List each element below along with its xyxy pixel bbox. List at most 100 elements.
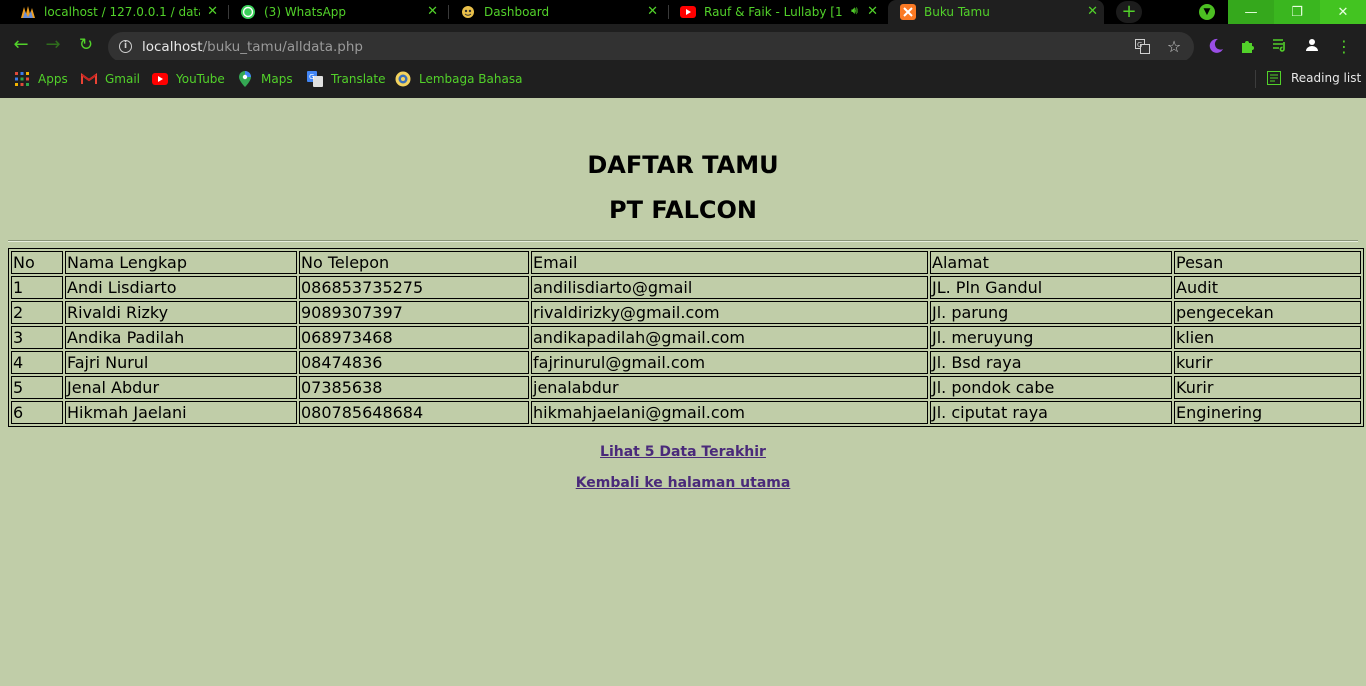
- bookmark-lembaga-bahasa[interactable]: Lembaga Bahasa: [395, 71, 522, 87]
- table-row: 2 Rivaldi Rizky 9089307397 rivaldirizky@…: [11, 301, 1361, 324]
- table-cell: Jl. meruyung: [930, 326, 1172, 349]
- table-cell: kurir: [1174, 351, 1361, 374]
- table-header-row: No Nama Lengkap No Telepon Email Alamat …: [11, 251, 1361, 274]
- reading-list-label: Reading list: [1291, 71, 1362, 85]
- speaker-icon[interactable]: 🔊︎: [851, 4, 858, 18]
- table-cell: Jl. pondok cabe: [930, 376, 1172, 399]
- reading-list-button[interactable]: Reading list: [1267, 71, 1361, 85]
- bookmarks-divider: [1255, 70, 1256, 88]
- page-title: DAFTAR TAMU: [587, 151, 779, 179]
- tab-search-icon[interactable]: ▼: [1199, 4, 1215, 20]
- table-cell: Jenal Abdur: [65, 376, 297, 399]
- tab-divider: [668, 5, 669, 19]
- new-tab-button[interactable]: +: [1116, 1, 1142, 23]
- dashboard-icon: [460, 4, 476, 20]
- link-row-home: Kembali ke halaman utama: [0, 472, 1366, 491]
- column-header: Pesan: [1174, 251, 1361, 274]
- table-row: 3 Andika Padilah 068973468 andikapadilah…: [11, 326, 1361, 349]
- xampp-icon: [900, 4, 916, 20]
- table-cell: Audit: [1174, 276, 1361, 299]
- profile-avatar-icon[interactable]: [1303, 38, 1321, 56]
- bookmark-star-icon[interactable]: ☆: [1166, 39, 1182, 55]
- close-icon[interactable]: ✕: [647, 4, 658, 19]
- bookmark-label: Maps: [261, 72, 293, 86]
- bookmark-youtube[interactable]: YouTube: [152, 71, 225, 87]
- youtube-icon: [680, 4, 696, 20]
- tab-title: Rauf & Faik - Lullaby [1 Hour]: [704, 5, 842, 19]
- link-row-last5: Lihat 5 Data Terakhir: [0, 441, 1366, 460]
- site-info-icon[interactable]: i: [119, 40, 132, 53]
- table-cell: andilisdiarto@gmail: [531, 276, 928, 299]
- page-content: DAFTAR TAMU PT FALCON No Nama Lengkap No…: [0, 98, 1366, 686]
- address-bar[interactable]: i localhost/buku_tamu/alldata.php G ☆: [108, 32, 1194, 62]
- table-cell: pengecekan: [1174, 301, 1361, 324]
- tab-whatsapp[interactable]: (3) WhatsApp ✕: [232, 0, 444, 24]
- column-header: Alamat: [930, 251, 1172, 274]
- close-icon[interactable]: ✕: [207, 4, 218, 19]
- forward-arrow-icon[interactable]: →: [44, 36, 62, 55]
- bookmark-apps[interactable]: Apps: [14, 71, 68, 87]
- maps-icon: [237, 71, 253, 87]
- table-cell: 1: [11, 276, 63, 299]
- menu-kebab-icon[interactable]: ⋮: [1335, 38, 1353, 56]
- restore-button[interactable]: ❐: [1274, 0, 1320, 24]
- close-icon[interactable]: ✕: [427, 4, 438, 19]
- whatsapp-icon: [240, 4, 256, 20]
- tab-youtube[interactable]: Rauf & Faik - Lullaby [1 Hour] 🔊︎ ✕: [672, 0, 884, 24]
- horizontal-rule: [8, 240, 1358, 242]
- table-cell: Jl. ciputat raya: [930, 401, 1172, 424]
- gmail-icon: [81, 71, 97, 87]
- bookmark-label: Translate: [331, 72, 386, 86]
- close-icon[interactable]: ✕: [867, 4, 878, 19]
- last-5-data-link[interactable]: Lihat 5 Data Terakhir: [600, 444, 766, 460]
- table-cell: Jl. parung: [930, 301, 1172, 324]
- bookmark-label: Gmail: [105, 72, 141, 86]
- table-cell: 086853735275: [299, 276, 529, 299]
- svg-text:G: G: [309, 73, 314, 81]
- tab-buku-tamu[interactable]: Buku Tamu ✕: [888, 0, 1104, 24]
- table-row: 1 Andi Lisdiarto 086853735275 andilisdia…: [11, 276, 1361, 299]
- phpmyadmin-icon: [20, 4, 36, 20]
- table-cell: fajrinurul@gmail.com: [531, 351, 928, 374]
- tab-title: Dashboard: [484, 5, 550, 19]
- close-window-button[interactable]: ✕: [1320, 0, 1366, 24]
- dark-mode-icon[interactable]: [1207, 38, 1225, 56]
- table-cell: Rivaldi Rizky: [65, 301, 297, 324]
- extensions-puzzle-icon[interactable]: [1239, 38, 1257, 56]
- bookmark-gmail[interactable]: Gmail: [81, 71, 140, 87]
- close-icon[interactable]: ✕: [1087, 4, 1098, 19]
- table-cell: Andi Lisdiarto: [65, 276, 297, 299]
- tab-dashboard[interactable]: Dashboard ✕: [452, 0, 664, 24]
- back-arrow-icon[interactable]: ←: [12, 36, 30, 55]
- table-cell: 3: [11, 326, 63, 349]
- table-cell: andikapadilah@gmail.com: [531, 326, 928, 349]
- bookmark-label: Apps: [38, 72, 68, 86]
- table-cell: jenalabdur: [531, 376, 928, 399]
- bookmark-translate[interactable]: G Translate: [307, 71, 386, 87]
- table-cell: Fajri Nurul: [65, 351, 297, 374]
- table-cell: 07385638: [299, 376, 529, 399]
- column-header: No: [11, 251, 63, 274]
- tab-title: Buku Tamu: [924, 5, 990, 19]
- reading-list-icon: [1267, 71, 1281, 85]
- translate-page-icon[interactable]: G: [1134, 39, 1150, 55]
- apps-grid-icon: [14, 71, 30, 87]
- bookmark-label: YouTube: [176, 72, 225, 86]
- table-cell: 068973468: [299, 326, 529, 349]
- table-cell: Kurir: [1174, 376, 1361, 399]
- tab-title: (3) WhatsApp: [264, 5, 347, 19]
- back-to-home-link[interactable]: Kembali ke halaman utama: [576, 475, 791, 491]
- guest-table: No Nama Lengkap No Telepon Email Alamat …: [8, 248, 1364, 427]
- page-subtitle: PT FALCON: [609, 196, 757, 224]
- minimize-button[interactable]: —: [1228, 0, 1274, 24]
- reload-icon[interactable]: ↻: [77, 37, 95, 55]
- bookmark-maps[interactable]: Maps: [237, 71, 293, 87]
- media-queue-icon[interactable]: [1271, 38, 1289, 56]
- tab-phpmyadmin[interactable]: localhost / 127.0.0.1 / datatamu ✕: [12, 0, 224, 24]
- table-cell: Hikmah Jaelani: [65, 401, 297, 424]
- table-cell: Andika Padilah: [65, 326, 297, 349]
- column-header: No Telepon: [299, 251, 529, 274]
- lembaga-bahasa-icon: [395, 71, 411, 87]
- table-cell: 08474836: [299, 351, 529, 374]
- tab-title: localhost / 127.0.0.1 / datatamu: [44, 5, 200, 19]
